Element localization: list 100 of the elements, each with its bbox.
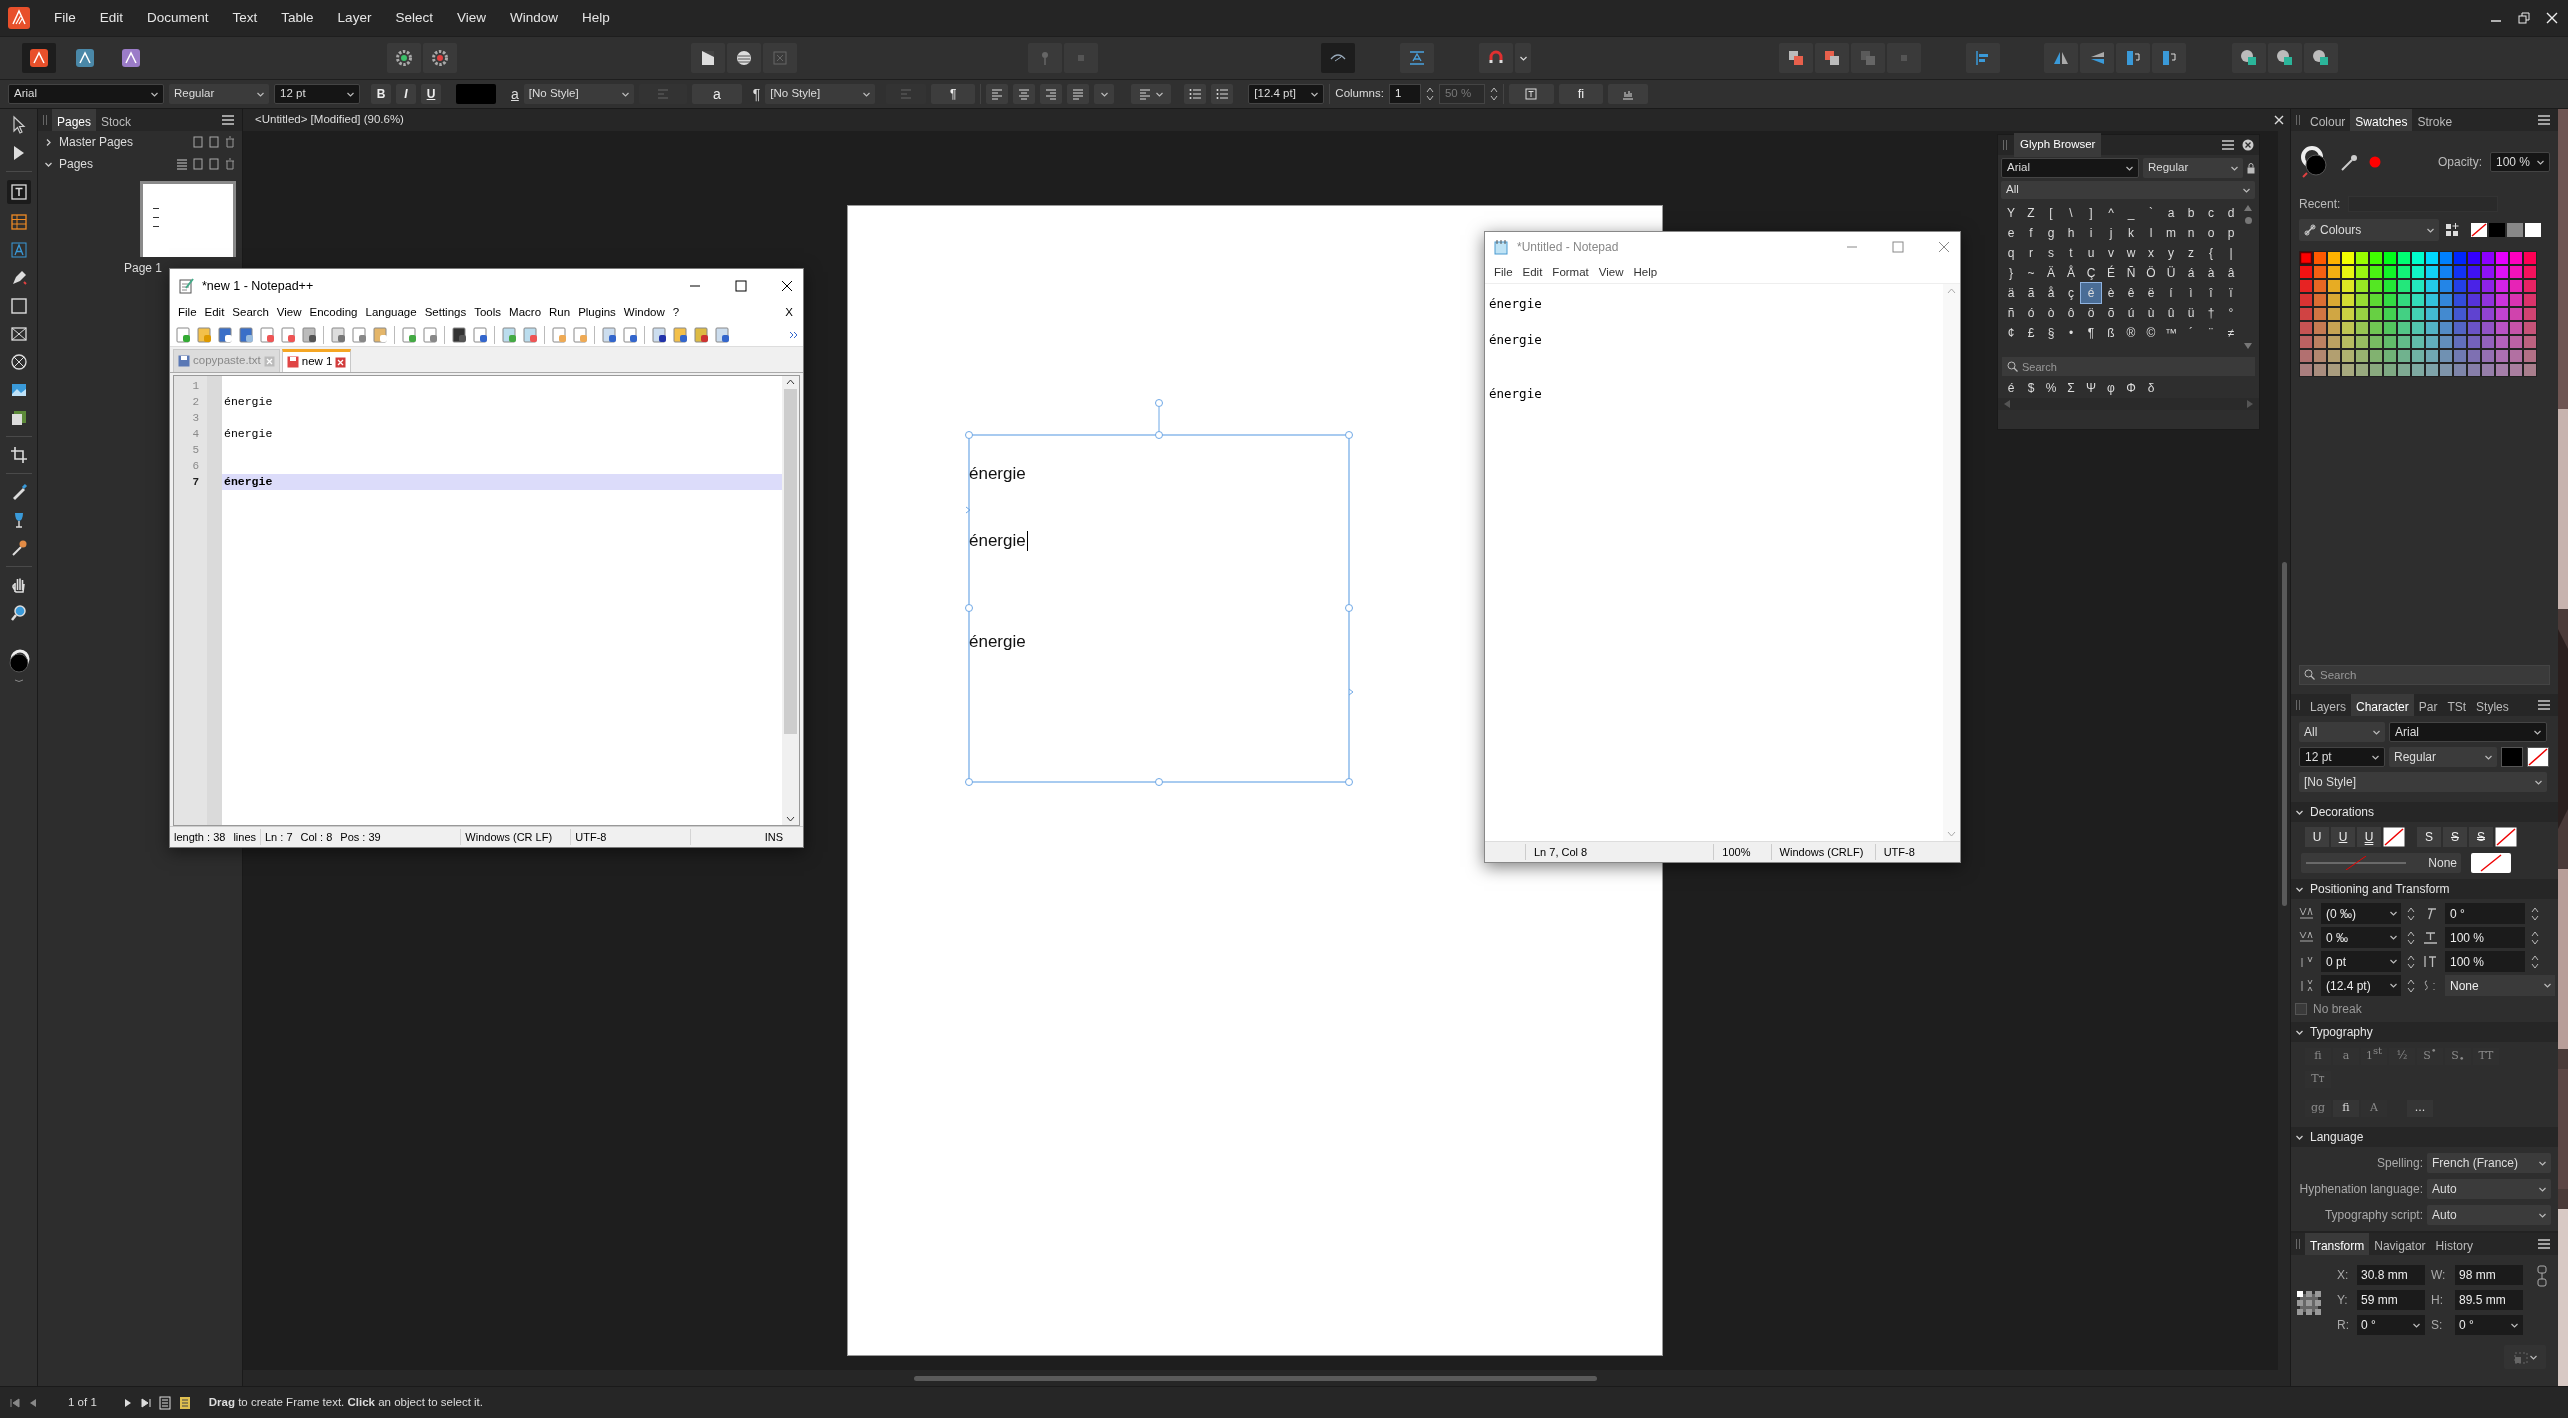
menu-item[interactable]: Layer <box>325 7 384 29</box>
glyph-cell[interactable]: { <box>2201 243 2221 263</box>
menu-item[interactable]: Window <box>497 7 570 29</box>
panel-tab[interactable]: Transform <box>2305 1233 2370 1255</box>
glyph-cell[interactable]: b <box>2181 203 2201 223</box>
glyph-cell[interactable]: Ö <box>2141 263 2161 283</box>
leading-dropdown[interactable]: [12.4 pt] <box>1248 84 1325 104</box>
value-field[interactable]: 0 ‰ <box>2321 927 2401 948</box>
section-title[interactable]: Pages <box>59 155 94 173</box>
glyph-cell[interactable]: ù <box>2141 303 2161 323</box>
glyph-cell[interactable]: d <box>2221 203 2241 223</box>
glyph-cell[interactable]: s <box>2041 243 2061 263</box>
glyph-cell[interactable]: a <box>2161 203 2181 223</box>
glyph-cell[interactable]: \ <box>2061 203 2081 223</box>
glyph-cell[interactable]: | <box>2221 243 2241 263</box>
glyph-cell[interactable]: ã <box>2021 283 2041 303</box>
glyph-cell[interactable]: Y <box>2001 203 2021 223</box>
panel-tab[interactable]: Pages <box>52 109 97 131</box>
underline-button[interactable]: U <box>421 84 441 104</box>
underline-button[interactable]: U <box>2331 827 2355 847</box>
glyph-cell[interactable]: • <box>2061 323 2081 343</box>
ligature-button[interactable]: fi <box>2333 1100 2359 1117</box>
glyph-cell[interactable]: î <box>2201 283 2221 303</box>
panel-tab[interactable]: Stock <box>96 109 137 131</box>
menu-item[interactable]: Window <box>619 304 669 322</box>
document-tab[interactable]: <Untitled> [Modified] (90.6%) <box>255 111 404 129</box>
glyph-cell[interactable]: ^ <box>2101 203 2121 223</box>
glyph-cell[interactable]: ™ <box>2161 323 2181 343</box>
font-style-dropdown[interactable]: Regular <box>169 84 269 104</box>
glyph-cell[interactable]: û <box>2161 303 2181 323</box>
menu-item[interactable]: File <box>42 7 88 29</box>
menu-item[interactable]: File <box>1489 263 1518 282</box>
glyph-cell[interactable]: q <box>2001 243 2021 263</box>
glyph-cell[interactable]: É <box>2101 263 2121 283</box>
ligature-button[interactable]: fi <box>1558 84 1603 104</box>
glyph-cell[interactable]: è <box>2101 283 2121 303</box>
glyph-cell[interactable]: ] <box>2081 203 2101 223</box>
menu-item[interactable]: Plugins <box>574 304 620 322</box>
value-field[interactable]: 0 ° <box>2445 903 2525 924</box>
recent-glyph[interactable]: % <box>2041 378 2061 398</box>
menu-item[interactable]: Edit <box>87 7 136 29</box>
scope-dropdown[interactable]: All <box>2299 722 2385 742</box>
glyph-cell[interactable]: ô <box>2061 303 2081 323</box>
menu-item[interactable]: Edit <box>200 304 229 322</box>
menu-item[interactable]: Encoding <box>305 304 362 322</box>
glyph-cell[interactable]: l <box>2141 223 2161 243</box>
glyph-cell[interactable]: ≠ <box>2221 323 2241 343</box>
panel-tab[interactable]: Colour <box>2305 109 2351 131</box>
glyph-cell[interactable]: ß <box>2101 323 2121 343</box>
font-style-dropdown[interactable]: Regular <box>2143 158 2243 178</box>
menu-item[interactable]: Settings <box>420 304 471 322</box>
glyph-cell[interactable]: f <box>2021 223 2041 243</box>
glyph-cell[interactable]: ~ <box>2021 263 2041 283</box>
section-title[interactable]: Master Pages <box>59 133 134 151</box>
glyph-cell[interactable]: m <box>2161 223 2181 243</box>
value-field[interactable]: None <box>2445 975 2555 996</box>
panel-tab[interactable]: Stroke <box>2412 109 2458 131</box>
menu-item[interactable]: Edit <box>1517 263 1548 282</box>
glyph-cell[interactable]: ò <box>2041 303 2061 323</box>
glyph-cell[interactable]: ú <box>2121 303 2141 323</box>
glyph-cell[interactable]: [ <box>2041 203 2061 223</box>
underline-button[interactable]: U <box>2357 827 2381 847</box>
glyph-cell[interactable]: á <box>2181 263 2201 283</box>
menu-item[interactable]: View <box>1593 263 1629 282</box>
value-field[interactable]: 98 mm <box>2455 1265 2523 1285</box>
glyph-cell[interactable]: ® <box>2121 323 2141 343</box>
opacity-field[interactable]: 100 % <box>2490 152 2550 172</box>
search-field[interactable]: Search <box>2299 665 2550 685</box>
glyph-cell[interactable]: ¢ <box>2001 323 2021 343</box>
value-field[interactable]: 100 % <box>2445 951 2525 972</box>
menu-item[interactable]: Table <box>269 7 326 29</box>
menu-item[interactable]: Macro <box>505 304 546 322</box>
columns-field[interactable]: 1 <box>1388 84 1421 104</box>
menu-item[interactable]: Search <box>228 304 273 322</box>
value-field[interactable]: 0 ° <box>2357 1315 2425 1335</box>
glyph-cell[interactable]: e <box>2001 223 2021 243</box>
recent-glyph[interactable]: $ <box>2021 378 2041 398</box>
font-dropdown[interactable]: Arial <box>2389 722 2547 742</box>
glyph-cell[interactable]: Ç <box>2081 263 2101 283</box>
glyph-cell[interactable]: Ü <box>2161 263 2181 283</box>
menu-item[interactable]: Document <box>135 7 221 29</box>
value-field[interactable]: 30.8 mm <box>2357 1265 2425 1285</box>
glyph-cell[interactable]: o <box>2201 223 2221 243</box>
underline-button[interactable]: U <box>2305 827 2329 847</box>
close-document-button[interactable]: X <box>781 304 797 322</box>
value-field[interactable]: 0 ° <box>2455 1315 2523 1335</box>
glyph-cell[interactable]: i <box>2081 223 2101 243</box>
glyph-cell[interactable]: õ <box>2101 303 2121 323</box>
font-size-dropdown[interactable]: 12 pt <box>274 84 360 104</box>
glyph-cell[interactable]: ó <box>2021 303 2041 323</box>
panel-tab[interactable]: Navigator <box>2369 1233 2431 1255</box>
paragraph-style-dropdown[interactable]: [No Style] <box>765 84 876 104</box>
menu-item[interactable]: Run <box>545 304 575 322</box>
menu-item[interactable]: View <box>272 304 306 322</box>
glyph-cell[interactable]: t <box>2061 243 2081 263</box>
value-field[interactable]: 0 pt <box>2321 951 2401 972</box>
glyph-cell[interactable]: z <box>2181 243 2201 263</box>
menu-item[interactable]: Help <box>569 7 622 29</box>
glyph-cell[interactable]: ì <box>2181 283 2201 303</box>
value-field[interactable]: 59 mm <box>2357 1290 2425 1310</box>
